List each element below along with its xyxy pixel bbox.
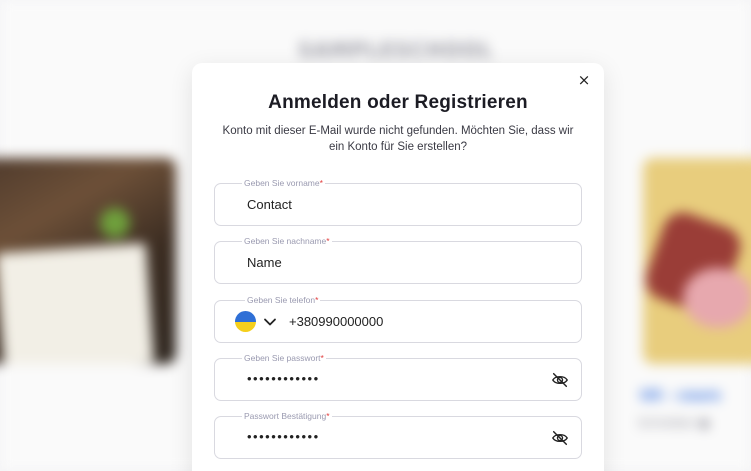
background-course-card-left xyxy=(0,158,176,364)
password-confirm-value: •••••••••••• xyxy=(247,429,320,444)
phone-value: +380990000000 xyxy=(289,314,384,329)
close-icon[interactable]: × xyxy=(576,72,592,88)
ukraine-flag-icon[interactable] xyxy=(235,311,256,332)
chevron-down-icon[interactable] xyxy=(263,315,277,329)
eye-off-icon[interactable] xyxy=(551,429,569,447)
background-course-link: UX - cours xyxy=(640,388,721,404)
modal-title: Anmelden oder Registrieren xyxy=(268,92,528,113)
modal-subtitle: Konto mit dieser E-Mail wurde nicht gefu… xyxy=(222,125,574,153)
password-value: •••••••••••• xyxy=(247,371,320,386)
last-name-field[interactable]: Geben Sie nachname* Name xyxy=(214,235,582,284)
last-name-value: Name xyxy=(247,255,282,270)
background-image-leaf xyxy=(100,208,130,238)
background-course-card-right xyxy=(643,158,751,364)
signup-modal: × Anmelden oder Registrieren Konto mit d… xyxy=(192,63,604,471)
phone-label: Geben Sie telefon* xyxy=(245,294,321,306)
password-field[interactable]: Geben Sie passwort* •••••••••••• xyxy=(214,352,582,401)
first-name-label: Geben Sie vorname* xyxy=(242,177,325,189)
background-course-meta: Schreiber ● xyxy=(638,416,710,430)
password-confirm-label: Passwort Bestätigung* xyxy=(242,410,332,422)
first-name-field[interactable]: Geben Sie vorname* Contact xyxy=(214,177,582,226)
last-name-label: Geben Sie nachname* xyxy=(242,235,332,247)
first-name-value: Contact xyxy=(247,197,292,212)
password-label: Geben Sie passwort* xyxy=(242,352,326,364)
password-confirm-field[interactable]: Passwort Bestätigung* •••••••••••• xyxy=(214,410,582,459)
background-image-paper xyxy=(0,242,155,364)
eye-off-icon[interactable] xyxy=(551,371,569,389)
background-image-pink xyxy=(683,268,751,328)
background-site-title: SAMPLESCHOOL xyxy=(298,38,494,62)
phone-field[interactable]: Geben Sie telefon* +380990000000 xyxy=(214,294,582,343)
